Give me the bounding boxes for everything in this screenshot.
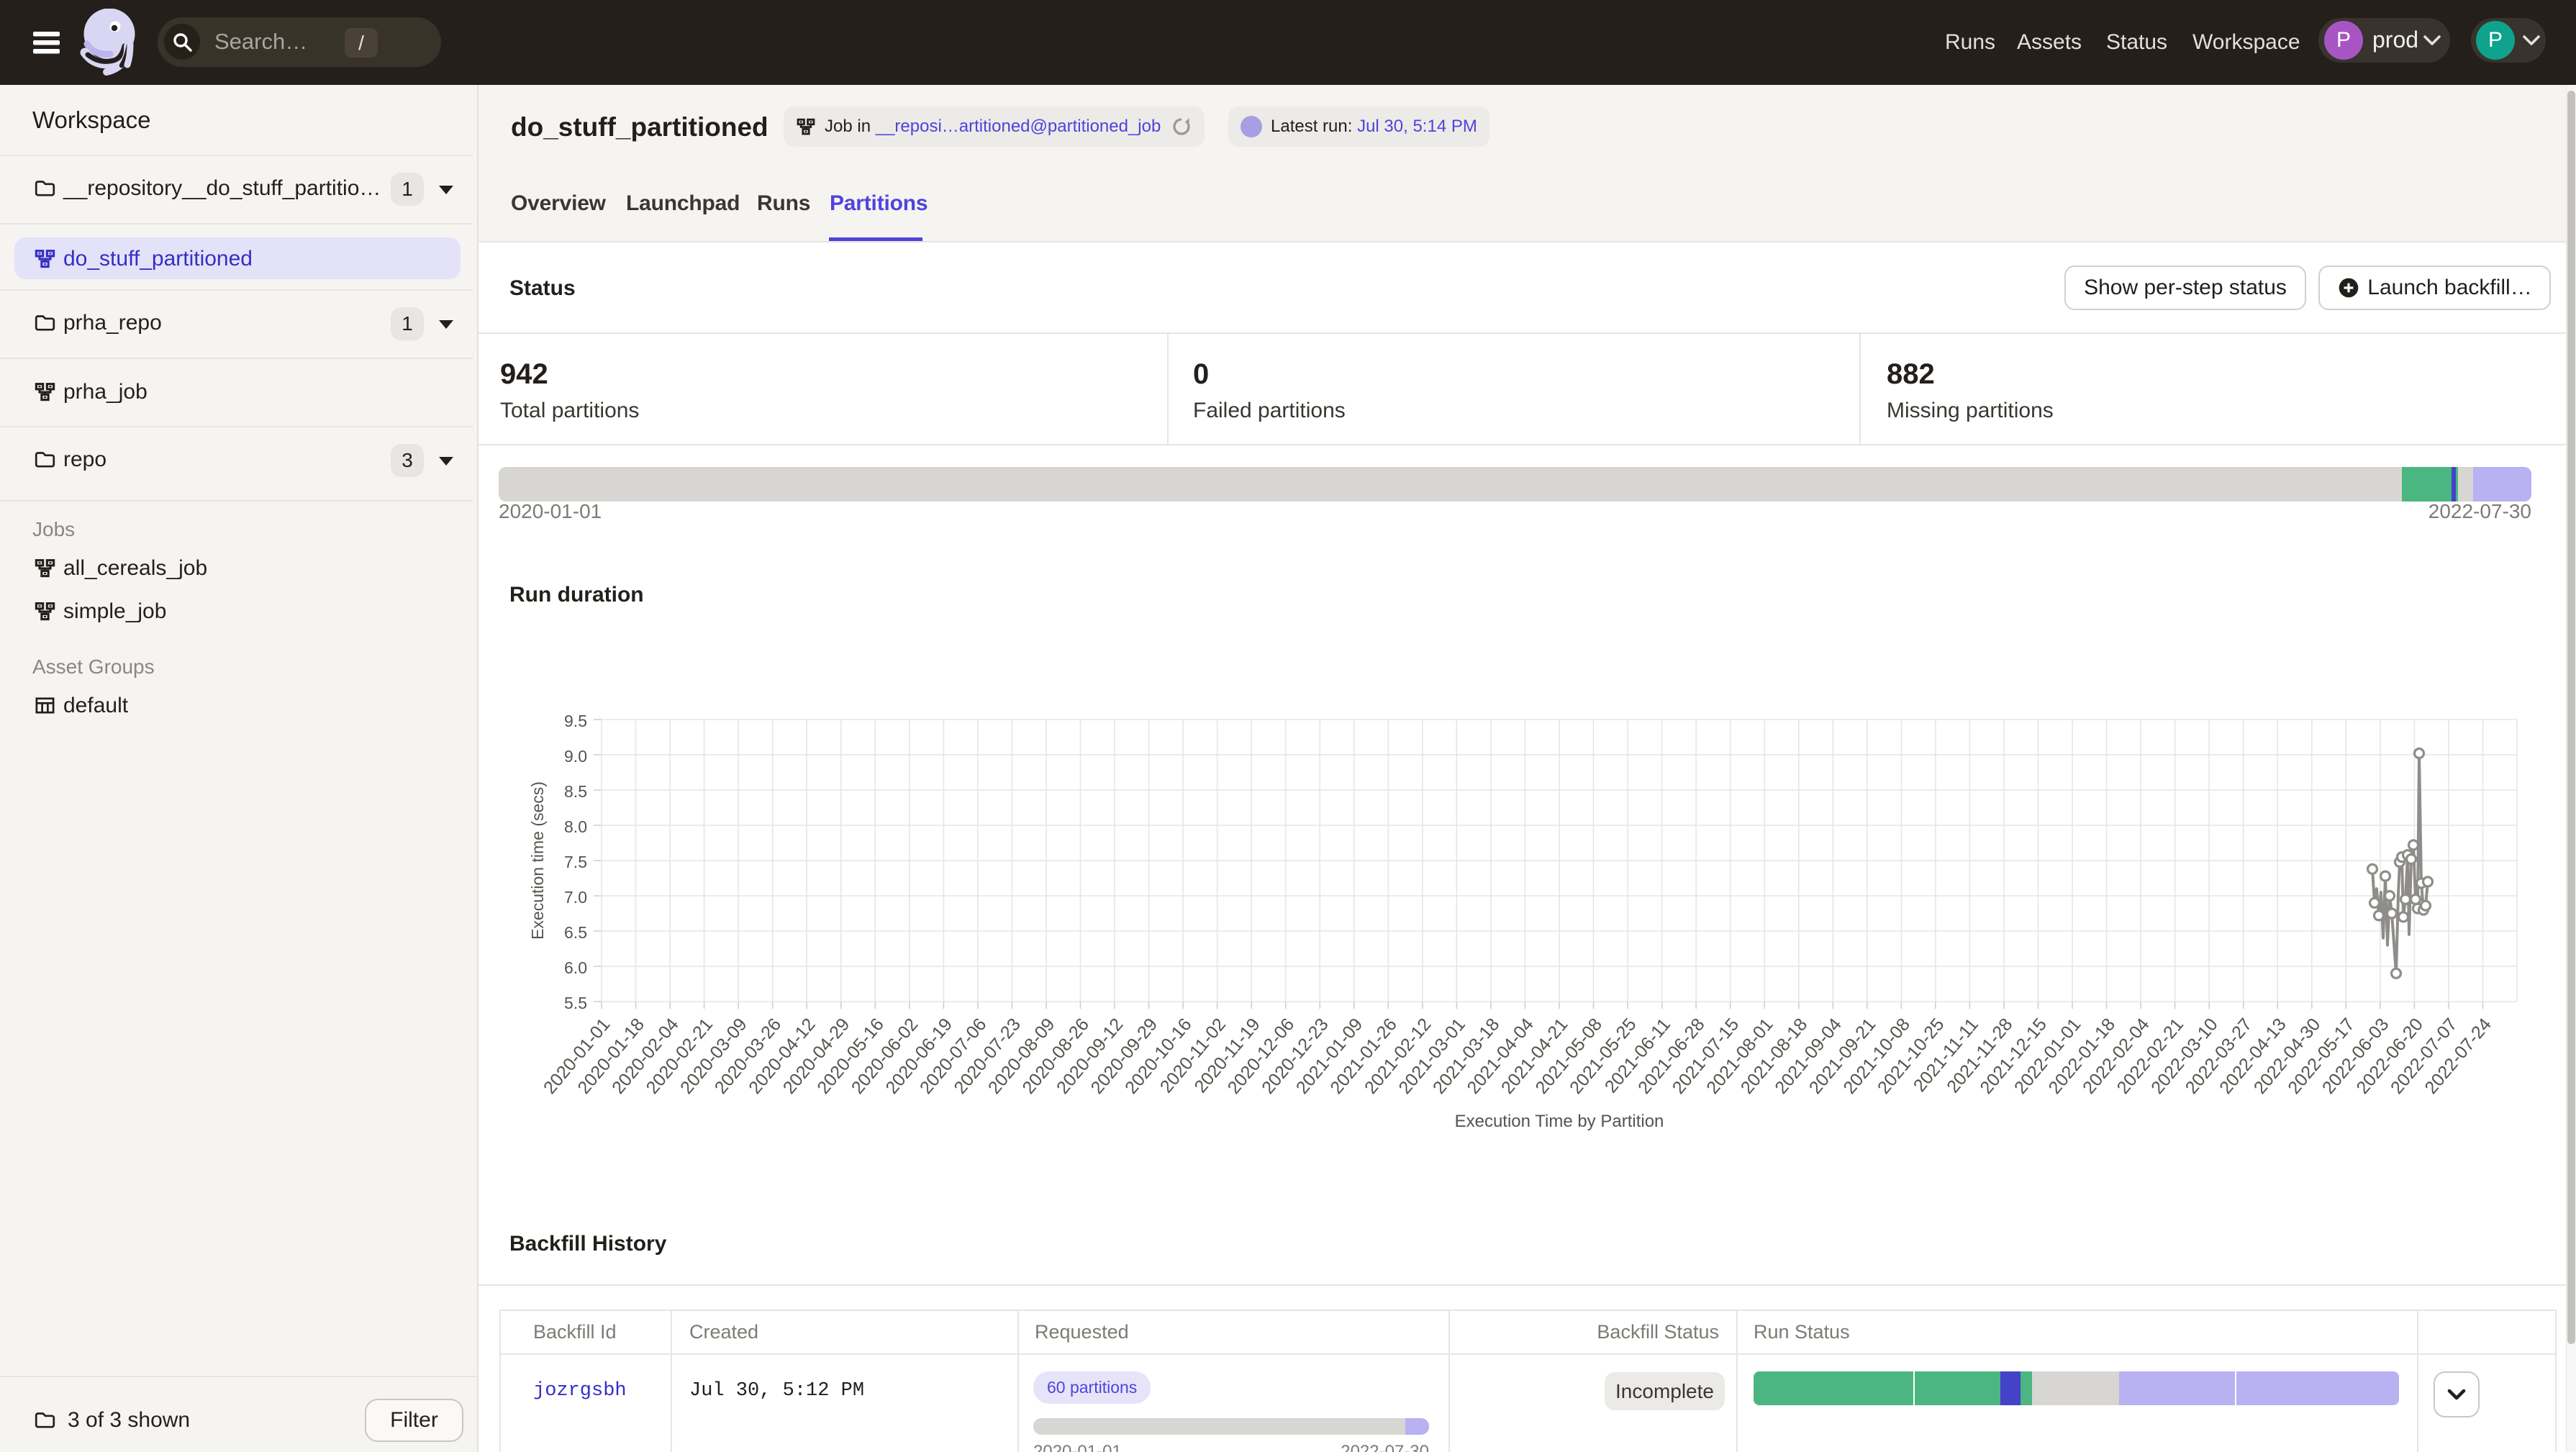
svg-text:8.5: 8.5 — [564, 782, 587, 801]
svg-text:5.5: 5.5 — [564, 994, 587, 1012]
svg-text:9.5: 9.5 — [564, 712, 587, 730]
svg-text:9.0: 9.0 — [564, 747, 587, 766]
svg-text:7.0: 7.0 — [564, 888, 587, 907]
svg-text:Execution Time by Partition: Execution Time by Partition — [1455, 1112, 1664, 1131]
svg-text:7.5: 7.5 — [564, 853, 587, 871]
svg-text:Execution time (secs): Execution time (secs) — [528, 781, 547, 940]
svg-text:8.0: 8.0 — [564, 817, 587, 836]
svg-text:6.0: 6.0 — [564, 958, 587, 977]
svg-text:6.5: 6.5 — [564, 923, 587, 942]
